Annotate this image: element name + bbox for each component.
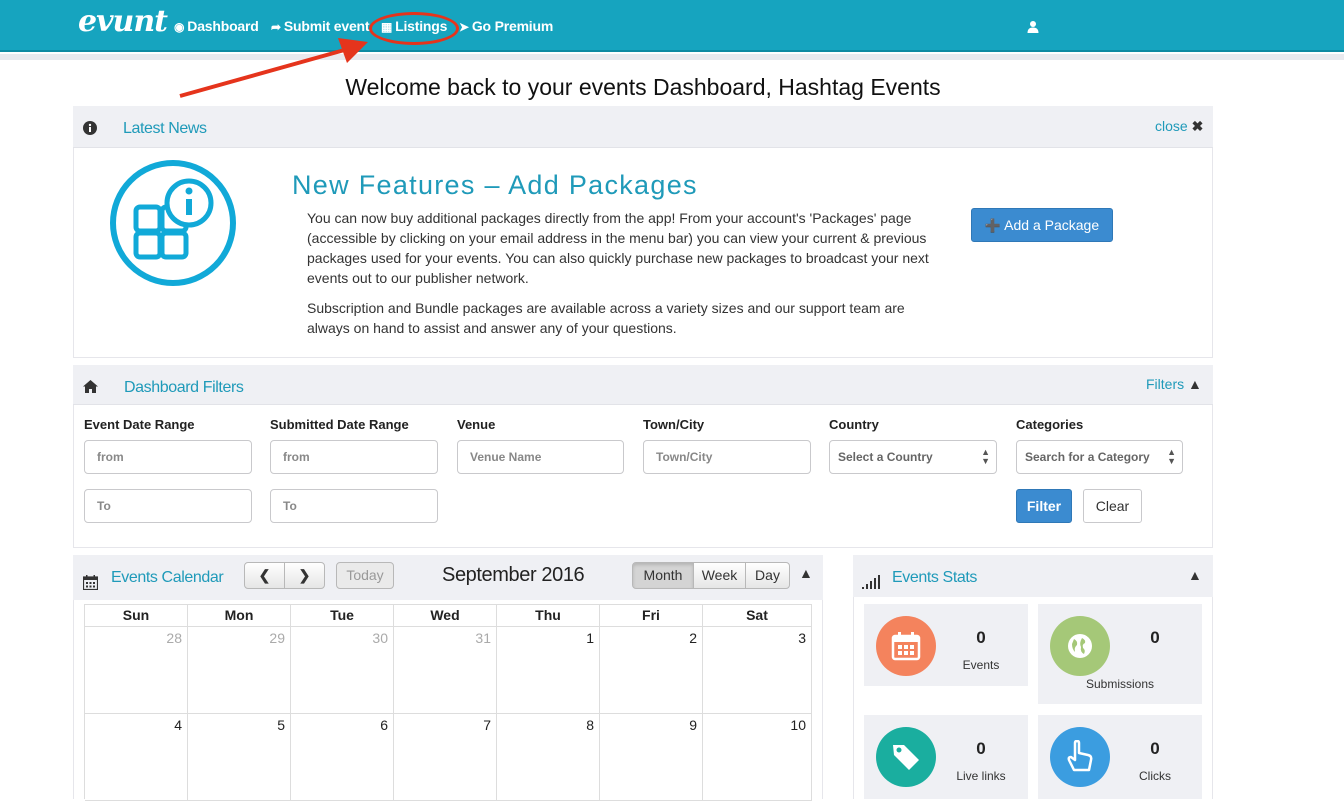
stat-live-links-value: 0	[976, 739, 986, 758]
categories-select-value: Search for a Category	[1025, 450, 1150, 464]
calendar-collapse-chevron-up-icon[interactable]: ▲	[799, 565, 813, 581]
calendar-day-cell[interactable]: 31	[394, 627, 497, 714]
calendar-day-cell[interactable]: 8	[497, 714, 600, 801]
event-date-range-label: Event Date Range	[84, 417, 195, 432]
venue-label: Venue	[457, 417, 496, 432]
categories-select[interactable]: Search for a Category ▲ ▼	[1016, 440, 1183, 474]
calendar-prev-button[interactable]: ❮	[244, 562, 285, 589]
stat-events-circle	[876, 616, 936, 676]
filter-button[interactable]: Filter	[1016, 489, 1072, 523]
stat-clicks-label: Clicks	[1139, 769, 1171, 783]
country-select-value: Select a Country	[838, 450, 933, 464]
news-paragraph-2: Subscription and Bundle packages are ava…	[307, 300, 905, 336]
stats-collapse-chevron-up-icon[interactable]: ▲	[1188, 567, 1202, 583]
country-label: Country	[829, 417, 879, 432]
filters-toggle-label: Filters	[1146, 376, 1185, 392]
town-city-label: Town/City	[643, 417, 705, 432]
submitted-date-to-input[interactable]: To	[270, 489, 438, 523]
calendar-view-month[interactable]: Month	[632, 562, 694, 589]
dow-thu: Thu	[497, 605, 600, 627]
stat-card-live-links: 0 Live links	[864, 715, 1028, 799]
calendar-day-cell[interactable]: 10	[703, 714, 812, 801]
chevron-left-icon: ❮	[258, 567, 271, 583]
stat-card-clicks: 0 Clicks	[1038, 715, 1202, 799]
dow-fri: Fri	[600, 605, 703, 627]
stat-events-value: 0	[976, 628, 986, 647]
news-heading: New Features – Add Packages	[292, 170, 698, 200]
annotation-arrow	[179, 38, 368, 98]
dashboard-filters-title: Dashboard Filters	[124, 379, 244, 396]
dow-tue: Tue	[291, 605, 394, 627]
venue-input[interactable]: Venue Name	[457, 440, 624, 474]
stat-submissions-label: Submissions	[1085, 677, 1155, 691]
submitted-date-range-label: Submitted Date Range	[270, 417, 409, 432]
calendar-day-cell[interactable]: 2	[600, 627, 703, 714]
events-stats-header: Events Stats ▲	[853, 555, 1213, 597]
events-stats-title: Events Stats	[892, 569, 978, 586]
calendar-day-cell[interactable]: 29	[188, 627, 291, 714]
dow-sat: Sat	[703, 605, 812, 627]
calendar-day-cell[interactable]: 1	[497, 627, 600, 714]
calendar-view-day[interactable]: Day	[745, 562, 790, 589]
chevron-right-icon: ❯	[298, 567, 311, 583]
tags-icon	[893, 745, 919, 770]
dashboard-filters-header: Dashboard Filters Filters ▲	[73, 365, 1213, 405]
filters-toggle[interactable]: Filters ▲	[1146, 376, 1202, 392]
calendar-day-cell[interactable]: 3	[703, 627, 812, 714]
dow-wed: Wed	[394, 605, 497, 627]
town-city-input[interactable]: Town/City	[643, 440, 811, 474]
packages-info-icon	[110, 160, 236, 286]
calendar-day-cell[interactable]: 6	[291, 714, 394, 801]
stat-submissions-circle	[1050, 616, 1110, 676]
plus-circle-icon: ➕	[984, 218, 1002, 233]
close-icon: ✖	[1191, 118, 1204, 134]
dow-mon: Mon	[188, 605, 291, 627]
calendar-next-button[interactable]: ❯	[284, 562, 325, 589]
event-date-to-input[interactable]: To	[84, 489, 252, 523]
events-calendar-title: Events Calendar	[111, 569, 224, 586]
latest-news-header: Latest News	[73, 106, 1213, 148]
home-icon	[83, 380, 98, 393]
calendar-today-button[interactable]: Today	[336, 562, 394, 589]
calendar-grid: Sun Mon Tue Wed Thu Fri Sat 28 29 30 31 …	[84, 604, 812, 801]
event-date-from-input[interactable]: from	[84, 440, 252, 474]
stat-live-links-label: Live links	[956, 769, 1006, 783]
add-package-button[interactable]: ➕ Add a Package	[971, 208, 1113, 242]
stat-events-label: Events	[962, 658, 1000, 672]
calendar-icon	[83, 575, 98, 590]
stat-clicks-value: 0	[1150, 739, 1160, 758]
stat-submissions-value: 0	[1150, 628, 1160, 647]
calendar-day-cell[interactable]: 5	[188, 714, 291, 801]
calendar-icon	[891, 632, 921, 661]
calendar-day-cell[interactable]: 4	[85, 714, 188, 801]
calendar-day-cell[interactable]: 9	[600, 714, 703, 801]
signal-bars-icon	[862, 575, 880, 589]
stat-live-links-circle	[876, 727, 936, 787]
add-package-label: Add a Package	[1004, 217, 1100, 233]
submitted-date-from-input[interactable]: from	[270, 440, 438, 474]
calendar-day-cell[interactable]: 30	[291, 627, 394, 714]
close-news-label: close	[1155, 118, 1188, 134]
stat-card-submissions: 0 Submissions	[1038, 604, 1202, 704]
calendar-day-cell[interactable]: 28	[85, 627, 188, 714]
select-arrows-icon: ▲ ▼	[1167, 447, 1176, 466]
latest-news-title: Latest News	[123, 120, 207, 137]
info-icon	[83, 121, 97, 135]
categories-label: Categories	[1016, 417, 1084, 432]
globe-icon	[1068, 634, 1092, 658]
calendar-day-cell[interactable]: 7	[394, 714, 497, 801]
news-paragraph-1: You can now buy additional packages dire…	[307, 210, 929, 286]
calendar-month-title: September 2016	[442, 564, 585, 586]
stat-clicks-circle	[1050, 727, 1110, 787]
chevron-up-icon: ▲	[1188, 376, 1202, 392]
pointer-hand-icon	[1067, 740, 1093, 772]
country-select[interactable]: Select a Country ▲ ▼	[829, 440, 997, 474]
calendar-view-week[interactable]: Week	[693, 562, 746, 589]
clear-button[interactable]: Clear	[1083, 489, 1142, 523]
select-arrows-icon: ▲ ▼	[981, 447, 990, 466]
close-news-link[interactable]: close ✖	[1155, 118, 1203, 135]
stat-card-events: 0 Events	[864, 604, 1028, 686]
welcome-message: Welcome back to your events Dashboard, H…	[345, 74, 941, 100]
dow-sun: Sun	[85, 605, 188, 627]
